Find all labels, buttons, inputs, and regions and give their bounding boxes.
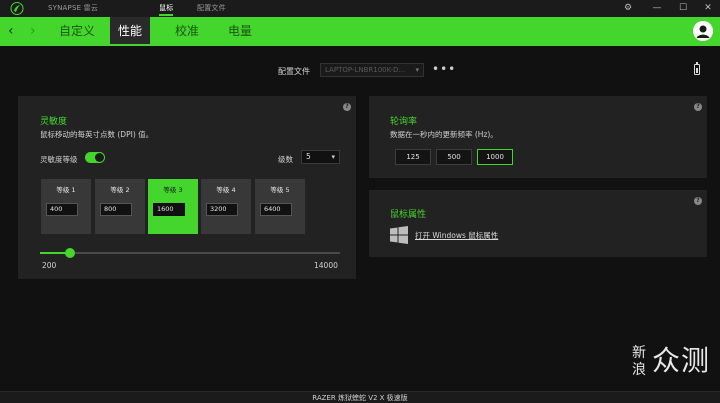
sina-watermark: 新浪 众测 (632, 343, 716, 391)
top-tab-profiles[interactable]: 配置文件 (197, 3, 226, 13)
sensitivity-help-icon[interactable]: ? (343, 103, 351, 111)
razer-logo-icon (10, 2, 24, 15)
maximize-icon[interactable]: ☐ (676, 2, 690, 14)
dpi-stage-1[interactable]: 等级 1 400 (41, 179, 91, 234)
sensitivity-stages-toggle-label: 灵敏度等级 (40, 155, 78, 164)
polling-option-500[interactable]: 500 (436, 149, 472, 165)
more-options-icon[interactable]: ••• (432, 62, 456, 76)
battery-icon (694, 62, 700, 75)
dpi-slider[interactable] (40, 248, 340, 258)
settings-gear-icon[interactable]: ⚙ (621, 2, 635, 14)
profile-label: 配置文件 (278, 67, 310, 76)
dpi-stage-4[interactable]: 等级 4 3200 (201, 179, 251, 234)
polling-option-125[interactable]: 125 (395, 149, 431, 165)
dpi-stage-2[interactable]: 等级 2 800 (95, 179, 145, 234)
minimize-icon[interactable]: — (650, 2, 664, 14)
top-tab-synapse[interactable]: SYNAPSE 雷云 (48, 3, 98, 13)
sensitivity-stages-toggle[interactable] (85, 152, 105, 163)
dpi-stage-input[interactable]: 6400 (260, 203, 292, 216)
nav-bar: ‹ › 自定义 性能 校准 电量 (0, 17, 720, 46)
watermark-big-text: 众测 (652, 344, 711, 377)
dpi-stage-label: 等级 3 (163, 186, 183, 194)
title-bar: SYNAPSE 雷云 鼠标 配置文件 ⚙ — ☐ ✕ (0, 0, 720, 17)
tab-customize[interactable]: 自定义 (51, 17, 103, 46)
dpi-stage-label: 等级 1 (56, 186, 76, 194)
dpi-stage-5[interactable]: 等级 5 6400 (255, 179, 305, 234)
mouse-properties-panel (369, 190, 707, 257)
top-tab-mouse[interactable]: 鼠标 (159, 3, 174, 16)
polling-desc: 数据在一秒内的更新频率 (Hz)。 (390, 130, 498, 139)
profile-dropdown[interactable]: LAPTOP-LNBR100K-D... ▾ (320, 63, 424, 77)
mouse-properties-help-icon[interactable]: ? (694, 197, 702, 205)
sensitivity-title: 灵敏度 (40, 117, 68, 127)
dpi-stage-input[interactable]: 400 (46, 203, 78, 216)
windows-logo-icon (390, 226, 408, 244)
dpi-stage-input[interactable]: 3200 (206, 203, 238, 216)
dpi-stage-input[interactable]: 1600 (153, 203, 185, 216)
dpi-stage-label: 等级 2 (110, 186, 130, 194)
stage-count-value: 5 (306, 152, 311, 161)
profile-dropdown-value: LAPTOP-LNBR100K-D... (325, 66, 406, 74)
chevron-down-icon: ▾ (331, 153, 335, 161)
chevron-down-icon: ▾ (415, 66, 419, 74)
dpi-stage-3[interactable]: 等级 3 1600 (148, 179, 198, 234)
polling-help-icon[interactable]: ? (694, 103, 702, 111)
polling-option-1000[interactable]: 1000 (477, 149, 513, 165)
back-arrow-icon[interactable]: ‹ (8, 22, 14, 40)
polling-title: 轮询率 (390, 117, 418, 127)
dpi-stage-label: 等级 5 (270, 186, 290, 194)
device-footer: RAZER 炼狱蝰蛇 V2 X 极速版 (0, 391, 720, 403)
stage-count-label: 级数 (278, 155, 293, 164)
tab-power[interactable]: 电量 (220, 17, 260, 46)
tab-performance[interactable]: 性能 (110, 17, 151, 46)
forward-arrow-icon[interactable]: › (30, 22, 36, 40)
watermark-small-text: 新浪 (632, 345, 646, 378)
close-icon[interactable]: ✕ (701, 2, 715, 14)
stage-count-dropdown[interactable]: 5 ▾ (301, 150, 340, 164)
dpi-slider-max: 14000 (314, 261, 338, 270)
mouse-properties-title: 鼠标属性 (390, 210, 427, 220)
dpi-stage-label: 等级 4 (216, 186, 236, 194)
device-name: RAZER 炼狱蝰蛇 V2 X 极速版 (312, 394, 408, 402)
sensitivity-desc: 鼠标移动的每英寸点数 (DPI) 值。 (40, 130, 154, 139)
open-windows-mouse-properties-link[interactable]: 打开 Windows 鼠标属性 (415, 230, 498, 241)
dpi-slider-min: 200 (42, 261, 57, 270)
user-avatar-icon[interactable] (693, 21, 713, 41)
dpi-stage-input[interactable]: 800 (100, 203, 132, 216)
tab-calibration[interactable]: 校准 (167, 17, 207, 46)
